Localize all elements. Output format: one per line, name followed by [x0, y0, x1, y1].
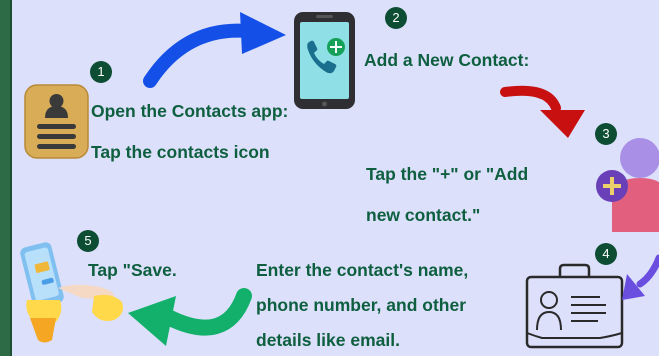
step-badge-5: 5: [77, 230, 99, 252]
step-badge-1: 1: [90, 61, 112, 83]
step-4-line-1: Enter the contact's name,: [256, 260, 469, 280]
arrow-1-to-2: [143, 12, 286, 88]
step-1-line-2: Tap the contacts icon: [91, 142, 270, 162]
step-3-line-2: new contact.": [366, 205, 481, 225]
step-badge-3: 3: [595, 123, 617, 145]
phone-add-icon: [294, 12, 355, 109]
step-badge-4: 4: [595, 243, 617, 265]
arrow-3-to-4: [622, 254, 659, 300]
contact-card-icon: [525, 263, 624, 349]
step-5-line-1: Tap "Save.: [88, 260, 177, 280]
instruction-diagram: 1 2 3 4 5 Open the Contacts app: Tap the…: [0, 0, 659, 356]
step-1-line-1: Open the Contacts app:: [91, 101, 289, 121]
step-4-line-3: details like email.: [256, 330, 400, 350]
step-3-line-1: Tap the "+" or "Add: [366, 164, 529, 184]
contacts-app-icon: [24, 84, 89, 159]
step-2-line-1: Add a New Contact:: [364, 50, 530, 70]
arrow-2-to-3: [500, 85, 585, 138]
add-person-icon: [596, 138, 659, 232]
step-4-line-2: phone number, and other: [256, 295, 467, 315]
arrow-4-to-5: [128, 288, 252, 346]
step-badge-2: 2: [385, 7, 407, 29]
phone-tap-icon: [20, 242, 123, 343]
